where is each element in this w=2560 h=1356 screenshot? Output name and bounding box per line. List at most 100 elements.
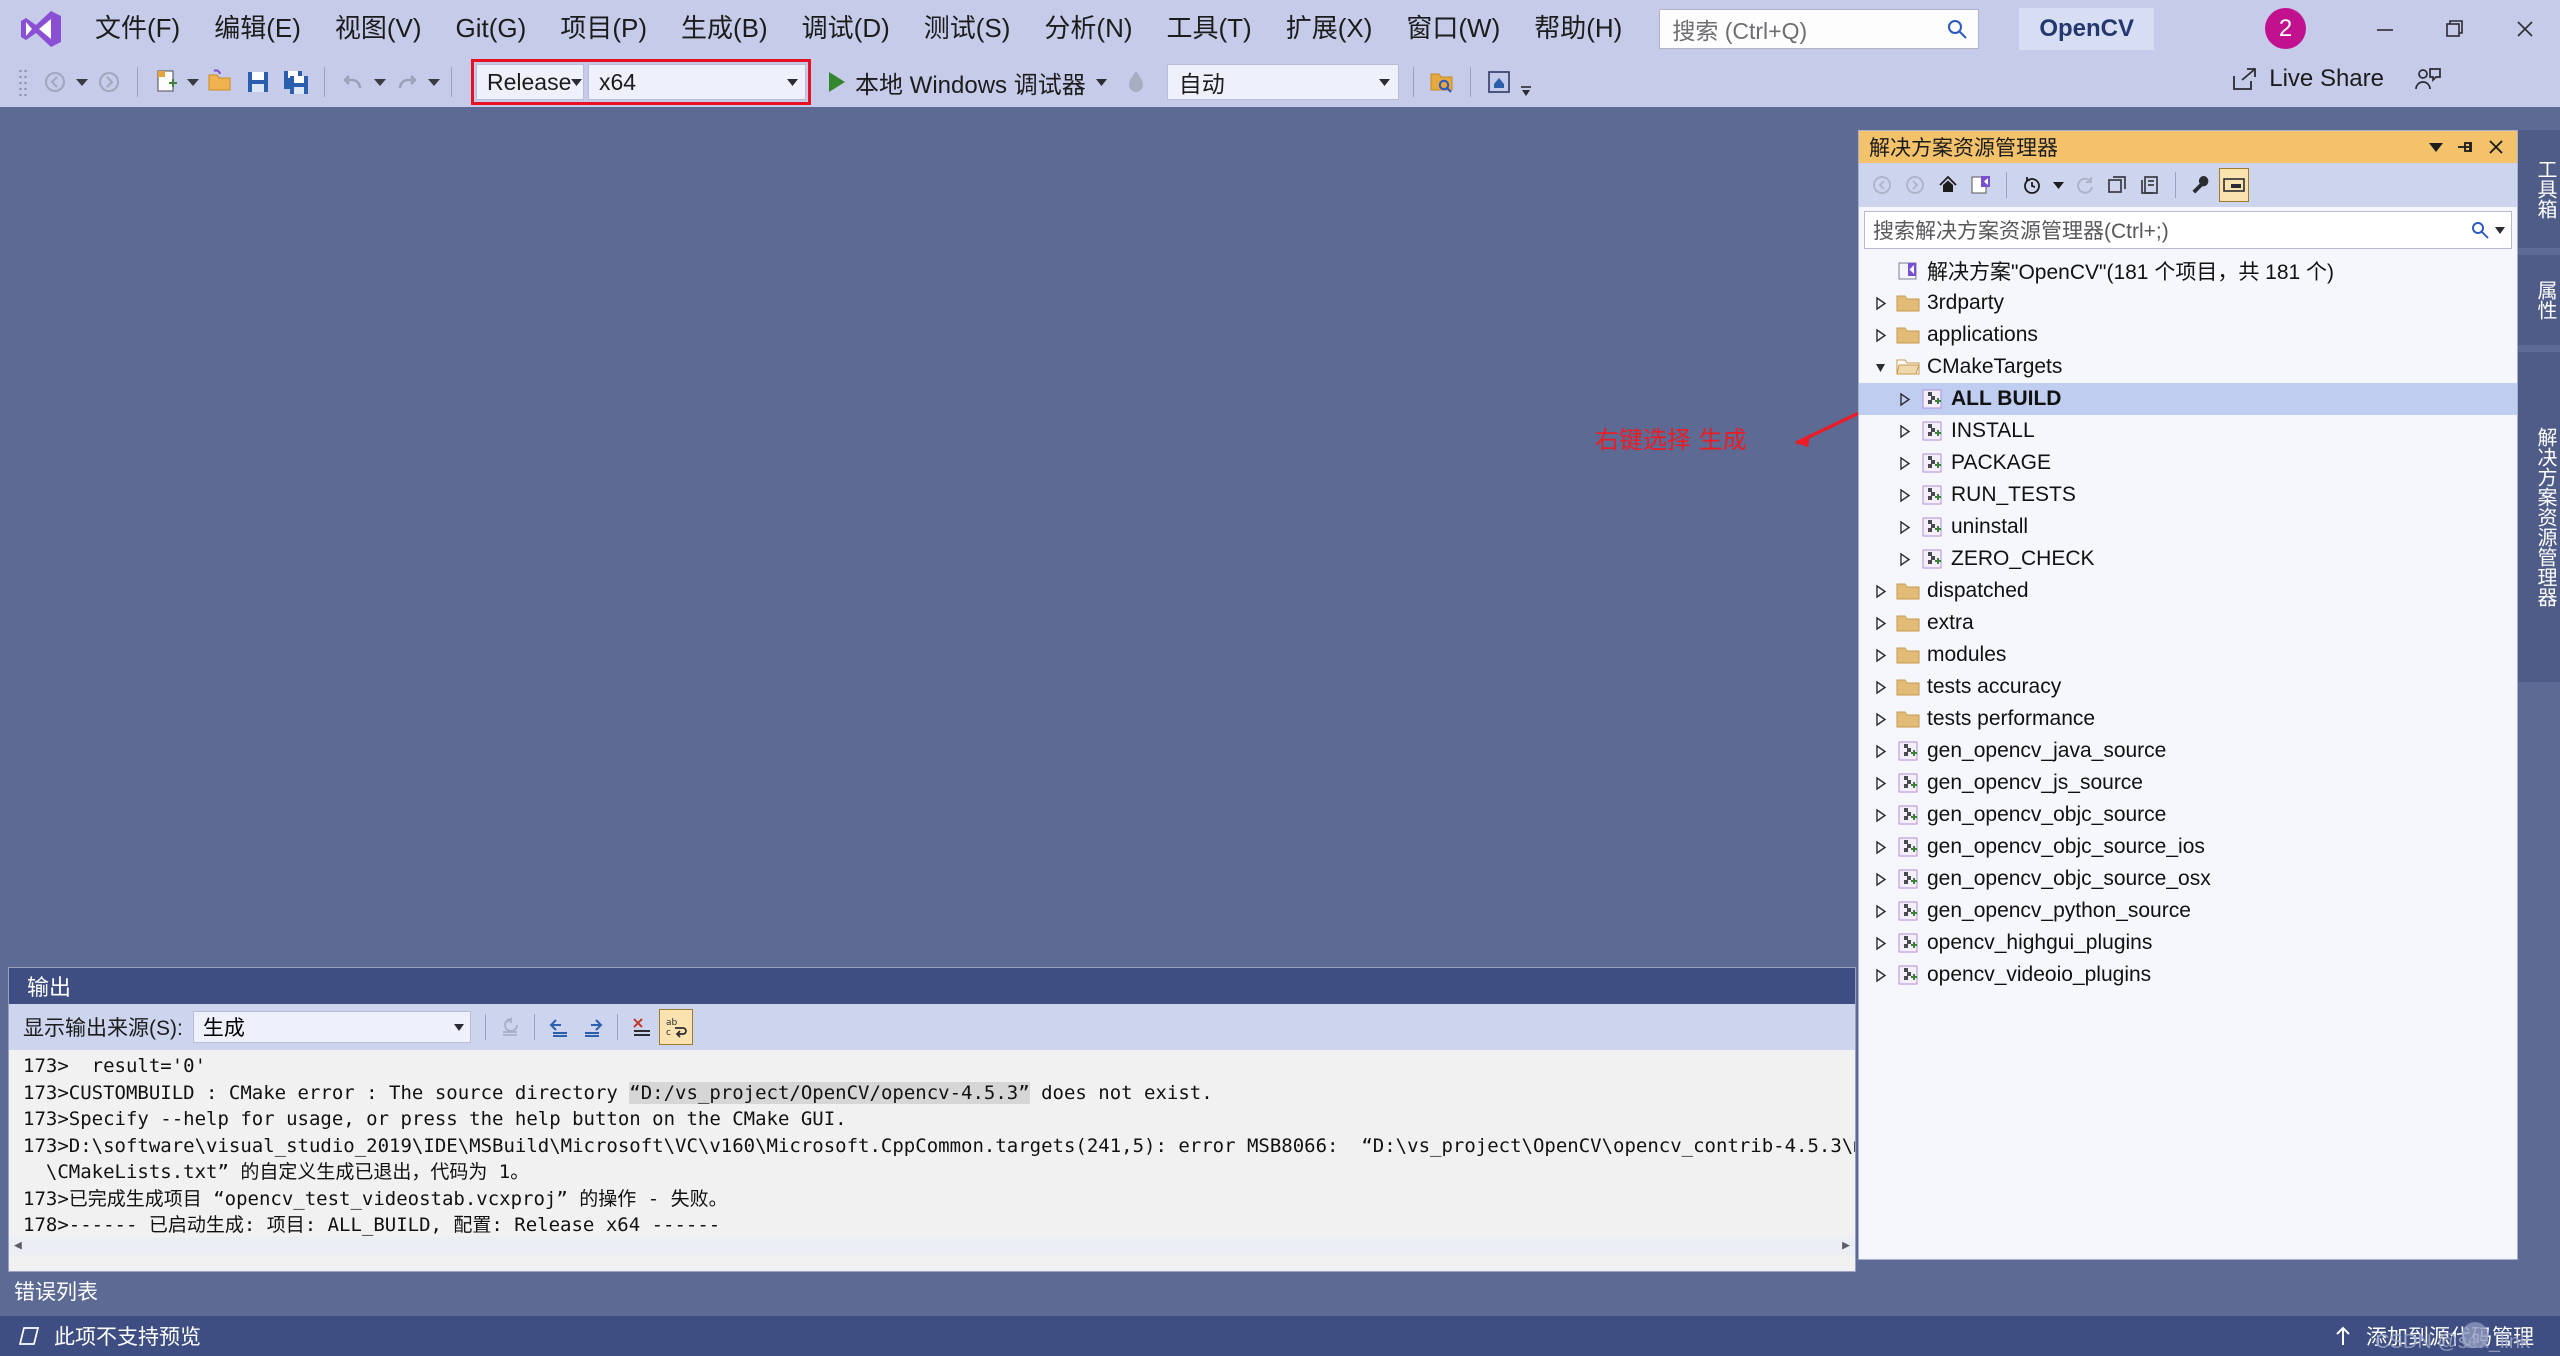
tree-item-opencv-videoio-plugins[interactable]: opencv_videoio_plugins [1859, 959, 2517, 991]
chevron-down-icon[interactable] [1086, 78, 1107, 86]
menu-item-extensions[interactable]: 扩展(X) [1269, 0, 1390, 57]
tree-item-tests-accuracy[interactable]: tests accuracy [1859, 671, 2517, 703]
new-project-dropdown-icon[interactable] [185, 63, 201, 101]
tree-expander-collapsed[interactable] [1867, 296, 1893, 311]
live-share-button[interactable]: Live Share [2231, 65, 2442, 93]
menu-item-git[interactable]: Git(G) [439, 0, 544, 57]
menu-item-edit[interactable]: 编辑(E) [197, 0, 318, 57]
menu-item-build[interactable]: 生成(B) [664, 0, 785, 57]
tab-solution-explorer[interactable]: 解决方案资源管理器 [2518, 352, 2560, 682]
output-horizontal-scrollbar[interactable]: ◀ ▶ [9, 1237, 1855, 1255]
navigate-backward-dropdown-icon[interactable] [74, 63, 90, 101]
clear-output-icon[interactable] [625, 1009, 659, 1045]
tree-item-opencv-highgui-plugins[interactable]: opencv_highgui_plugins [1859, 927, 2517, 959]
live-share-session-icon[interactable] [2384, 66, 2442, 92]
next-message-icon[interactable] [576, 1009, 610, 1045]
home-icon[interactable] [1933, 168, 1963, 202]
navigate-forward-icon[interactable] [90, 63, 128, 101]
home-icon[interactable] [1480, 63, 1518, 101]
collapse-all-icon[interactable] [2102, 168, 2132, 202]
tree-expander-collapsed[interactable] [1867, 744, 1893, 759]
tree-item-modules[interactable]: modules [1859, 639, 2517, 671]
menu-item-test[interactable]: 测试(S) [907, 0, 1028, 57]
tree-item-install[interactable]: INSTALL [1859, 415, 2517, 447]
tree-item-gen-opencv-objc-source[interactable]: gen_opencv_objc_source [1859, 799, 2517, 831]
menu-item-analyze[interactable]: 分析(N) [1027, 0, 1149, 57]
quick-search-box[interactable]: 搜索 (Ctrl+Q) [1659, 8, 1980, 49]
show-all-files-icon[interactable] [2135, 168, 2165, 202]
solution-explorer-search-input[interactable]: 搜索解决方案资源管理器(Ctrl+;) [1864, 211, 2512, 249]
solution-configuration-combo[interactable]: Release [476, 64, 584, 100]
toolbar-overflow-icon[interactable] [1518, 63, 1534, 101]
toggle-word-wrap-icon[interactable]: ab c [658, 1009, 693, 1045]
redo-dropdown-icon[interactable] [426, 63, 442, 101]
tree-item-zero-check[interactable]: ZERO_CHECK [1859, 543, 2517, 575]
solution-platform-combo[interactable]: x64 [588, 64, 806, 100]
tree-expander-collapsed[interactable] [1867, 936, 1893, 951]
menu-item-project[interactable]: 项目(P) [543, 0, 664, 57]
find-in-files-icon[interactable] [1423, 63, 1461, 101]
tab-error-list[interactable]: 错误列表 [0, 1276, 112, 1316]
tree-expander-collapsed[interactable] [1867, 648, 1893, 663]
tree-item-cmaketargets[interactable]: CMakeTargets [1859, 351, 2517, 383]
debug-target-combo[interactable]: 自动 [1166, 64, 1399, 100]
save-icon[interactable] [239, 63, 277, 101]
tree-expander-collapsed[interactable] [1891, 488, 1917, 503]
tree-expander-collapsed[interactable] [1867, 776, 1893, 791]
toolbar-grip[interactable] [18, 68, 28, 96]
tree-item-extra[interactable]: extra [1859, 607, 2517, 639]
tree-expander-collapsed[interactable] [1867, 968, 1893, 983]
properties-icon[interactable] [2186, 168, 2216, 202]
tree-item-all-build[interactable]: ALL BUILD [1859, 383, 2517, 415]
panel-pin-icon[interactable] [2456, 138, 2474, 156]
tree-item-package[interactable]: PACKAGE [1859, 447, 2517, 479]
previous-message-icon[interactable] [542, 1009, 576, 1045]
tree-expander-collapsed[interactable] [1867, 904, 1893, 919]
restore-icon[interactable] [2420, 0, 2490, 57]
forward-icon[interactable] [1900, 168, 1930, 202]
redo-icon[interactable] [388, 63, 426, 101]
panel-menu-icon[interactable] [2429, 142, 2443, 152]
tree-item-solution-root[interactable]: 解决方案"OpenCV"(181 个项目，共 181 个) [1859, 255, 2517, 287]
tree-expander-collapsed[interactable] [1867, 584, 1893, 599]
source-control-upload-icon[interactable] [2332, 1324, 2354, 1348]
hot-reload-icon[interactable] [1117, 63, 1155, 101]
scroll-left-icon[interactable]: ◀ [9, 1233, 27, 1255]
minimize-icon[interactable] [2350, 0, 2420, 57]
tree-expander-collapsed[interactable] [1891, 520, 1917, 535]
open-file-icon[interactable] [201, 63, 239, 101]
tree-expander-collapsed[interactable] [1867, 712, 1893, 727]
tree-item-3rdparty[interactable]: 3rdparty [1859, 287, 2517, 319]
search-options-icon[interactable] [2495, 226, 2505, 234]
tree-expander-collapsed[interactable] [1867, 328, 1893, 343]
tree-expander-collapsed[interactable] [1867, 840, 1893, 855]
tree-expander-collapsed[interactable] [1867, 616, 1893, 631]
tree-item-dispatched[interactable]: dispatched [1859, 575, 2517, 607]
menu-item-help[interactable]: 帮助(H) [1517, 0, 1639, 57]
tree-item-run-tests[interactable]: RUN_TESTS [1859, 479, 2517, 511]
undo-icon[interactable] [334, 63, 372, 101]
tree-expander-collapsed[interactable] [1891, 392, 1917, 407]
tree-item-applications[interactable]: applications [1859, 319, 2517, 351]
tree-item-gen-opencv-objc-source-osx[interactable]: gen_opencv_objc_source_osx [1859, 863, 2517, 895]
undo-dropdown-icon[interactable] [372, 63, 388, 101]
pending-changes-icon[interactable] [2017, 168, 2047, 202]
tree-item-gen-opencv-js-source[interactable]: gen_opencv_js_source [1859, 767, 2517, 799]
chevron-down-icon[interactable] [2050, 166, 2066, 204]
output-text-area[interactable]: 173> result='0' 173>CUSTOMBUILD : CMake e… [9, 1050, 1855, 1255]
refresh-icon[interactable] [2069, 168, 2099, 202]
tab-toolbox[interactable]: 工具箱 [2518, 130, 2560, 248]
menu-item-file[interactable]: 文件(F) [78, 0, 197, 57]
menu-item-view[interactable]: 视图(V) [318, 0, 439, 57]
menu-item-debug[interactable]: 调试(D) [785, 0, 907, 57]
tree-expander-collapsed[interactable] [1891, 456, 1917, 471]
tree-expander-expanded[interactable] [1867, 360, 1893, 375]
new-project-icon[interactable] [147, 63, 185, 101]
solution-view-icon[interactable] [1966, 168, 1996, 202]
tree-item-gen-opencv-objc-source-ios[interactable]: gen_opencv_objc_source_ios [1859, 831, 2517, 863]
save-all-icon[interactable] [277, 63, 315, 101]
tree-expander-collapsed[interactable] [1891, 552, 1917, 567]
back-icon[interactable] [1867, 168, 1897, 202]
panel-close-icon[interactable] [2487, 138, 2505, 156]
tree-item-tests-performance[interactable]: tests performance [1859, 703, 2517, 735]
